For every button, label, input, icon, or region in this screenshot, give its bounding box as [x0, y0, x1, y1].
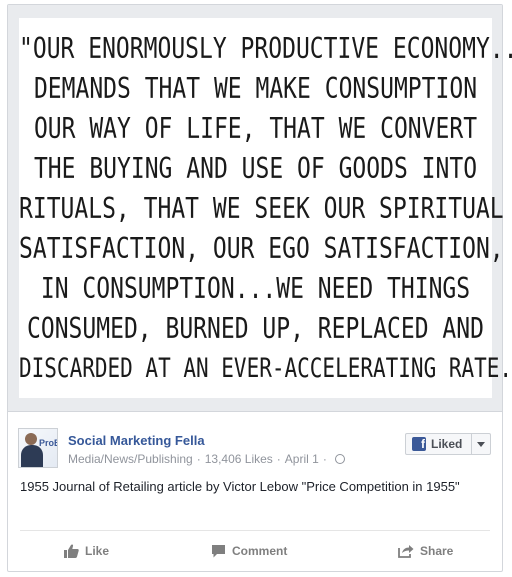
meta-separator: · [276, 452, 281, 466]
comment-button-label: Comment [232, 544, 288, 558]
quote-line: DISCARDED AT AN EVER-ACCELERATING RATE." [19, 353, 512, 383]
meta-separator: · [322, 452, 327, 466]
page-name-link[interactable]: Social Marketing Fella [68, 433, 205, 448]
chevron-down-icon[interactable] [472, 434, 490, 454]
like-button-label: Like [85, 544, 110, 558]
page-likes-count[interactable]: 13,406 Likes [205, 452, 273, 466]
post-image-frame[interactable]: "OUR ENORMOUSLY PRODUCTIVE ECONOMY... DE… [8, 5, 512, 412]
share-icon [398, 545, 414, 558]
quote-line: "OUR ENORMOUSLY PRODUCTIVE ECONOMY... [19, 32, 512, 66]
avatar-body [21, 445, 43, 467]
share-button[interactable]: Share [398, 535, 453, 567]
liked-button-main[interactable]: f Liked [406, 434, 472, 454]
post-image[interactable]: "OUR ENORMOUSLY PRODUCTIVE ECONOMY... DE… [19, 18, 512, 398]
quote-line: SATISFACTION, OUR EGO SATISFACTION, [19, 232, 504, 266]
post-actions: Like Comment Share [20, 535, 490, 567]
facebook-post-card: "OUR ENORMOUSLY PRODUCTIVE ECONOMY... DE… [7, 4, 512, 572]
quote-line: CONSUMED, BURNED UP, REPLACED AND [27, 312, 484, 346]
quote-line: THE BUYING AND USE OF GOODS INTO [33, 152, 478, 186]
like-button[interactable]: Like [64, 535, 109, 567]
avatar-head [25, 433, 37, 445]
quote-line: RITUALS, THAT WE SEEK OUR SPIRITUAL [19, 192, 504, 226]
comment-icon [212, 545, 225, 558]
facebook-icon: f [412, 437, 426, 451]
post-header: ProB Social Marketing Fella Media/News/P… [8, 411, 502, 473]
quote-line: OUR WAY OF LIFE, THAT WE CONVERT [33, 112, 478, 146]
quote-line: IN CONSUMPTION...WE NEED THINGS [40, 272, 471, 306]
avatar[interactable]: ProB [18, 428, 58, 468]
divider [20, 530, 490, 531]
avatar-mark: ProB [39, 438, 57, 448]
post-text: 1955 Journal of Retailing article by Vic… [20, 479, 460, 494]
liked-button-label: Liked [431, 437, 463, 451]
quote-line: DEMANDS THAT WE MAKE CONSUMPTION [33, 72, 478, 106]
thumbs-up-icon [64, 544, 79, 558]
liked-page-button[interactable]: f Liked [405, 433, 491, 455]
page-category: Media/News/Publishing [68, 452, 193, 466]
share-button-label: Share [420, 544, 454, 558]
meta-separator: · [196, 452, 201, 466]
comment-button[interactable]: Comment [211, 535, 287, 567]
post-meta: Media/News/Publishing · 13,406 Likes · A… [68, 452, 345, 466]
globe-icon[interactable] [334, 454, 345, 464]
post-date[interactable]: April 1 [285, 452, 319, 466]
